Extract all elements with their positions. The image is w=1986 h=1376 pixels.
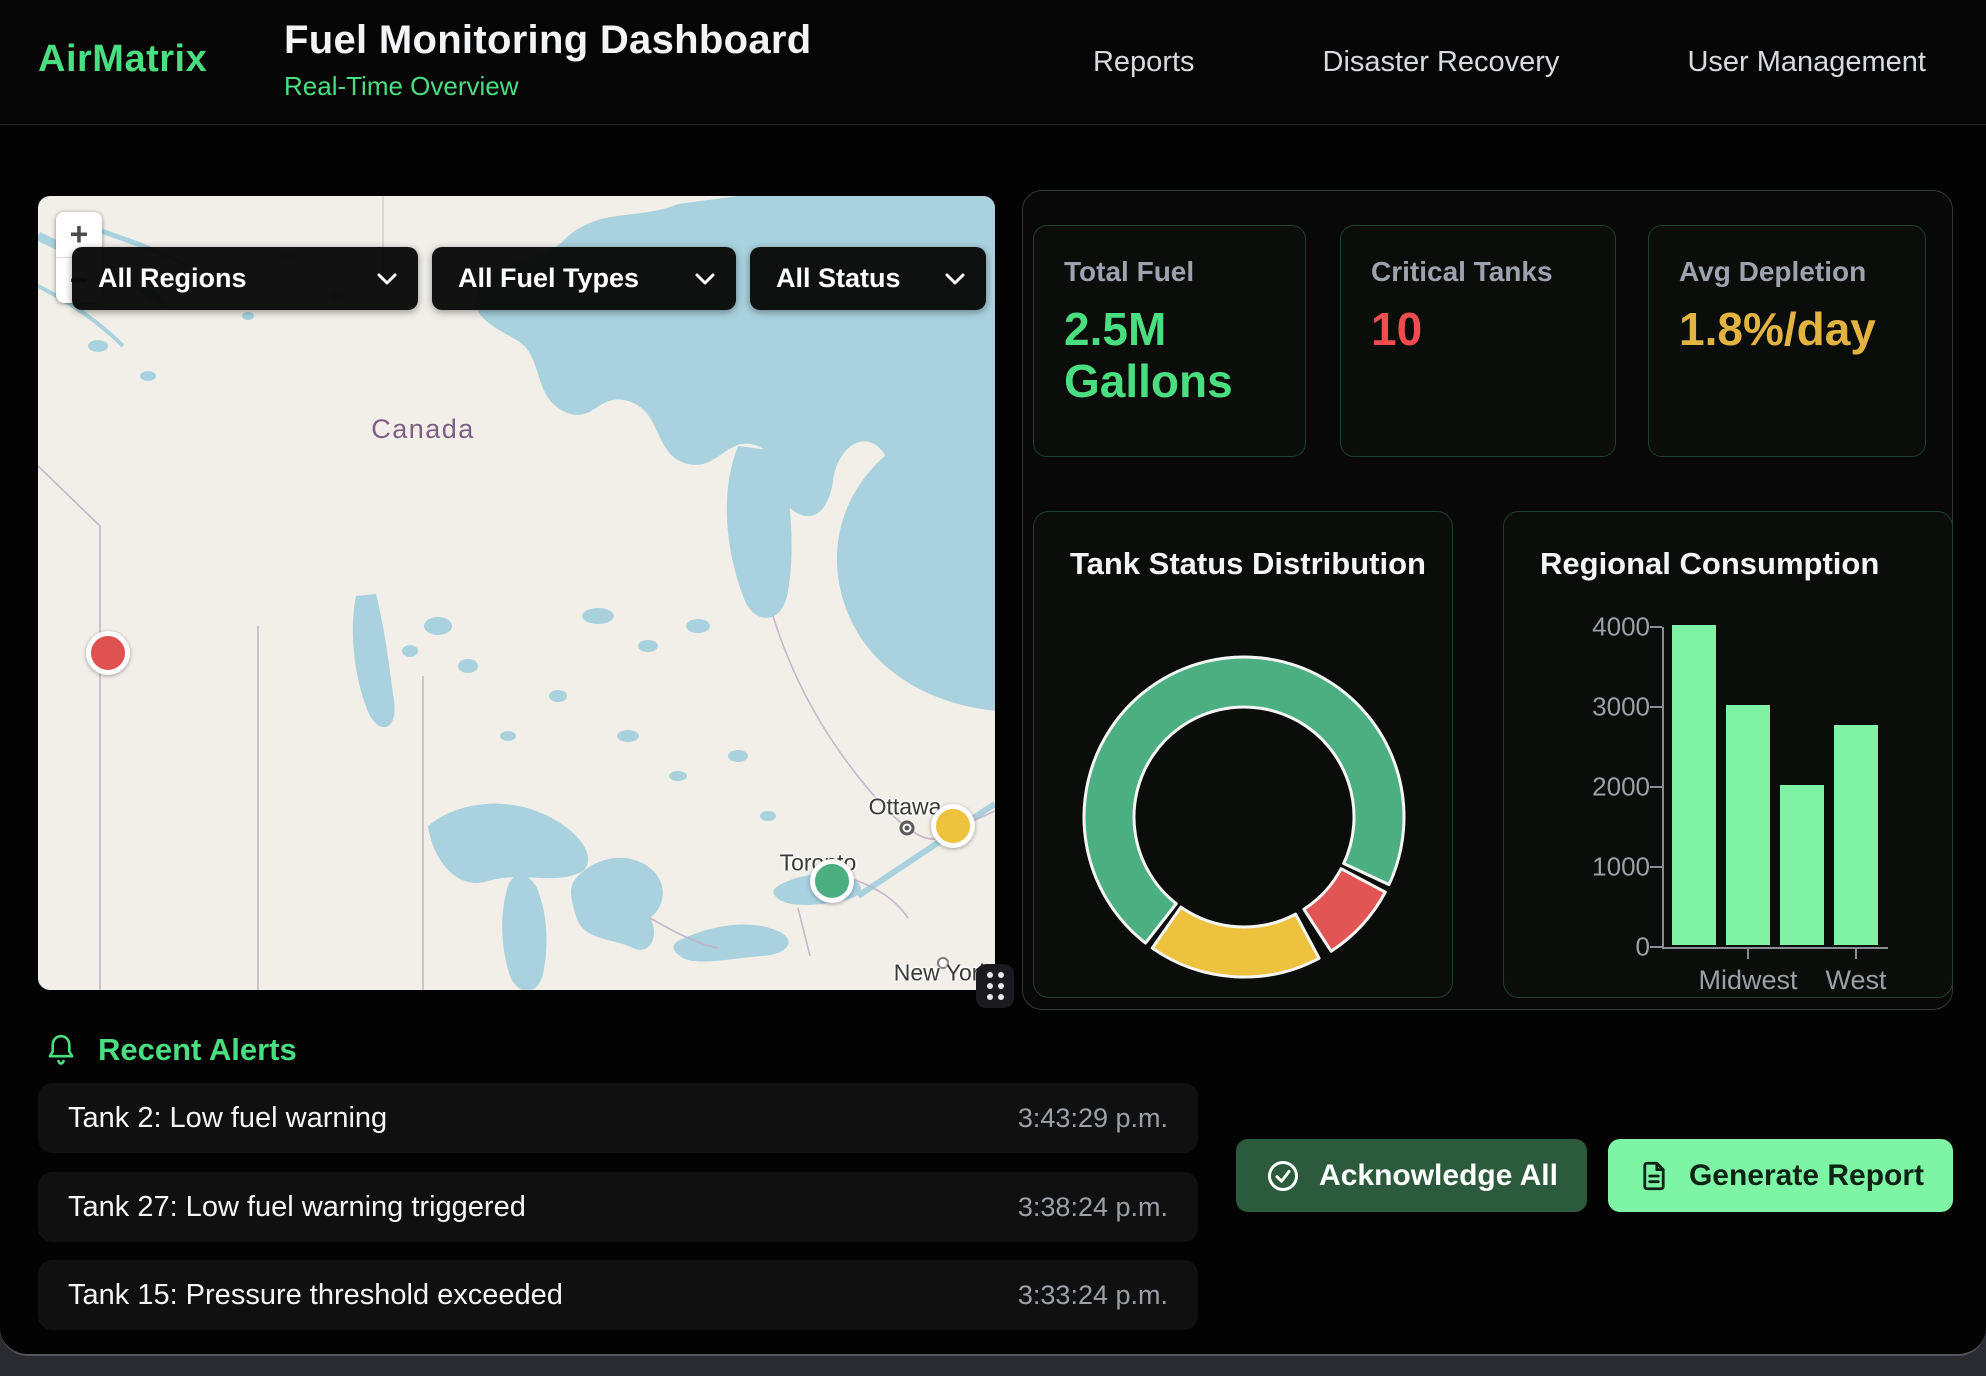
page-title: Fuel Monitoring Dashboard	[284, 18, 811, 63]
stat-label: Critical Tanks	[1371, 256, 1615, 288]
alert-message: Tank 15: Pressure threshold exceeded	[68, 1279, 563, 1312]
y-tick-mark	[1650, 786, 1662, 788]
map-marker-normal[interactable]	[810, 859, 854, 903]
alert-message: Tank 27: Low fuel warning triggered	[68, 1191, 526, 1224]
x-tick-label-midwest: Midwest	[1698, 965, 1797, 996]
region-filter-value: All Regions	[98, 263, 247, 294]
header: AirMatrix Fuel Monitoring Dashboard Real…	[0, 0, 1986, 125]
stat-value-avg-depletion: 1.8%/​day	[1679, 304, 1894, 356]
acknowledge-all-label: Acknowledge All	[1319, 1159, 1558, 1193]
alert-row: Tank 27: Low fuel warning triggered 3:38…	[38, 1172, 1198, 1242]
stat-label: Avg Depletion	[1679, 256, 1925, 288]
bar-Midwest	[1726, 705, 1770, 945]
generate-report-button[interactable]: Generate Report	[1608, 1139, 1953, 1212]
generate-report-label: Generate Report	[1689, 1159, 1924, 1193]
bar-chart: 01000200030004000MidwestWest	[1662, 627, 1898, 947]
regional-consumption-chart-card: Regional Consumption 01000200030004000Mi…	[1503, 511, 1953, 998]
stat-value-total-fuel: 2.5M Gallons	[1064, 304, 1279, 407]
fuel-type-filter-value: All Fuel Types	[458, 263, 639, 294]
title-block: Fuel Monitoring Dashboard Real-Time Over…	[284, 18, 811, 102]
bell-icon	[44, 1032, 78, 1068]
map-filters: All Regions All Fuel Types All Status	[72, 247, 986, 310]
chevron-down-icon	[694, 272, 716, 286]
recent-alerts-title: Recent Alerts	[98, 1032, 297, 1068]
ottawa-town-ring-icon	[899, 821, 914, 836]
stat-card-avg-depletion: Avg Depletion 1.8%/​day	[1648, 225, 1926, 457]
status-filter-value: All Status	[776, 263, 901, 294]
stat-card-total-fuel: Total Fuel 2.5M Gallons	[1033, 225, 1306, 457]
map-resize-handle[interactable]	[976, 964, 1014, 1008]
chart-title: Regional Consumption	[1540, 546, 1879, 582]
x-tick-mark	[1747, 949, 1749, 959]
main-nav: Reports Disaster Recovery User Managemen…	[1093, 0, 1926, 124]
bar-West	[1834, 725, 1878, 945]
stat-label: Total Fuel	[1064, 256, 1305, 288]
y-tick-label: 2000	[1580, 772, 1650, 803]
chevron-down-icon	[944, 272, 966, 286]
fuel-type-filter-select[interactable]: All Fuel Types	[432, 247, 736, 310]
nav-item-user-management[interactable]: User Management	[1687, 46, 1926, 79]
y-tick-mark	[1650, 866, 1662, 868]
map-marker-warning[interactable]	[931, 804, 975, 848]
fuel-map[interactable]: Canada OttawaTorontoNew York + − All Reg…	[38, 196, 995, 990]
y-axis	[1662, 627, 1664, 949]
x-tick-label-west: West	[1825, 965, 1886, 996]
map-marker-critical[interactable]	[86, 631, 130, 675]
bar-region-3	[1780, 785, 1824, 945]
stat-value-critical-tanks: 10	[1371, 304, 1586, 356]
tank-status-chart-card: Tank Status Distribution	[1033, 511, 1453, 998]
nav-item-reports[interactable]: Reports	[1093, 46, 1195, 79]
acknowledge-all-button[interactable]: Acknowledge All	[1236, 1139, 1587, 1212]
y-tick-mark	[1650, 706, 1662, 708]
donut-chart	[1034, 512, 1454, 999]
alert-timestamp: 3:43:29 p.m.	[1018, 1103, 1168, 1134]
chevron-down-icon	[376, 272, 398, 286]
y-tick-mark	[1650, 626, 1662, 628]
stat-card-critical-tanks: Critical Tanks 10	[1340, 225, 1616, 457]
y-tick-label: 1000	[1580, 852, 1650, 883]
status-filter-select[interactable]: All Status	[750, 247, 986, 310]
check-circle-icon	[1265, 1158, 1301, 1194]
donut-segment-warning	[1152, 907, 1319, 977]
map-label-canada: Canada	[343, 414, 503, 445]
alert-timestamp: 3:38:24 p.m.	[1018, 1192, 1168, 1223]
city-label-ottawa: Ottawa	[869, 794, 942, 821]
app-window: AirMatrix Fuel Monitoring Dashboard Real…	[0, 0, 1986, 1356]
y-tick-label: 4000	[1580, 612, 1650, 643]
nav-item-disaster-recovery[interactable]: Disaster Recovery	[1323, 46, 1560, 79]
alert-row: Tank 15: Pressure threshold exceeded 3:3…	[38, 1260, 1198, 1330]
page-subtitle: Real-Time Overview	[284, 71, 811, 102]
alert-timestamp: 3:33:24 p.m.	[1018, 1280, 1168, 1311]
y-tick-label: 3000	[1580, 692, 1650, 723]
donut-segment-critical	[1304, 869, 1385, 952]
document-icon	[1637, 1159, 1671, 1193]
alert-row: Tank 2: Low fuel warning 3:43:29 p.m.	[38, 1083, 1198, 1153]
metrics-panel: Total Fuel 2.5M Gallons Critical Tanks 1…	[1022, 190, 1953, 1010]
y-tick-mark	[1650, 946, 1662, 948]
brand-logo: AirMatrix	[38, 38, 207, 81]
y-tick-label: 0	[1580, 932, 1650, 963]
bar-region-1	[1672, 625, 1716, 945]
x-tick-mark	[1855, 949, 1857, 959]
alert-message: Tank 2: Low fuel warning	[68, 1102, 387, 1135]
region-filter-select[interactable]: All Regions	[72, 247, 418, 310]
recent-alerts-header: Recent Alerts	[44, 1032, 297, 1068]
